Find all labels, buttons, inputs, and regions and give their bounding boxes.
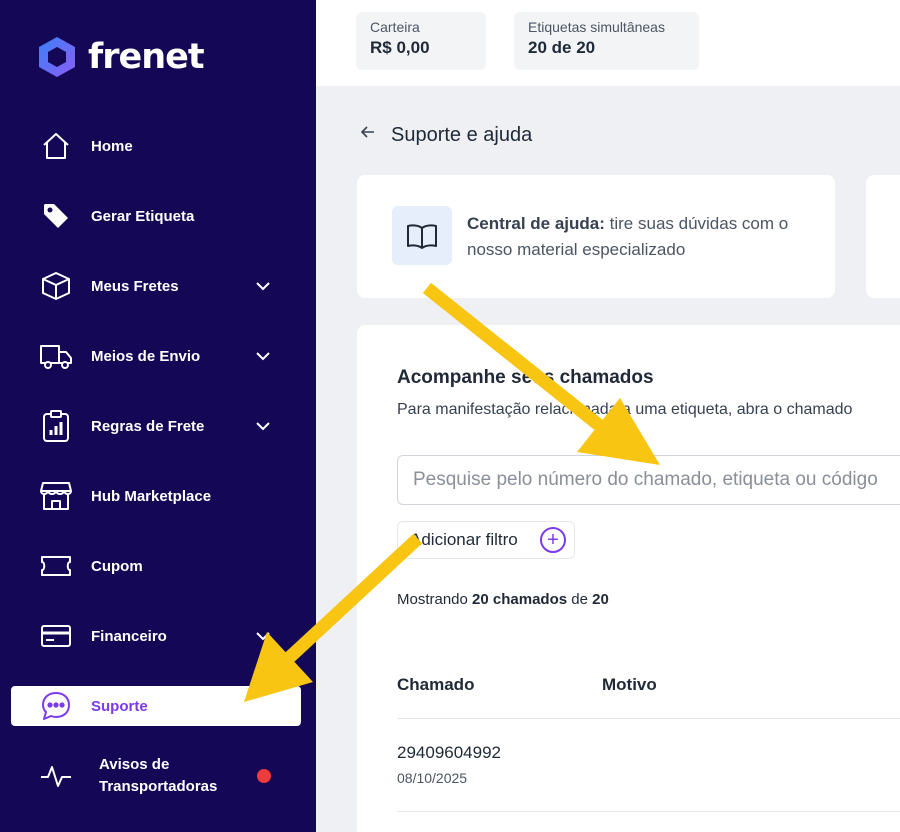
box-icon bbox=[38, 268, 74, 304]
sidebar-item-label: Meios de Envio bbox=[91, 347, 201, 365]
arrow-left-icon[interactable] bbox=[360, 124, 376, 145]
sidebar-item-meus-fretes[interactable]: Meus Fretes bbox=[11, 266, 301, 306]
clipboard-chart-icon bbox=[38, 408, 74, 444]
chevron-down-icon[interactable] bbox=[253, 346, 273, 366]
sidebar-item-meios-de-envio[interactable]: Meios de Envio bbox=[11, 336, 301, 376]
sidebar-item-gerar-etiqueta[interactable]: Gerar Etiqueta bbox=[11, 196, 301, 236]
sidebar-item-cupom[interactable]: Cupom bbox=[11, 546, 301, 586]
chevron-down-icon[interactable] bbox=[253, 416, 273, 436]
sidebar-item-home[interactable]: Home bbox=[11, 126, 301, 166]
book-icon bbox=[392, 206, 452, 265]
column-header-motivo[interactable]: Motivo bbox=[602, 675, 657, 695]
logo[interactable]: frenet bbox=[36, 36, 205, 78]
sidebar-item-label: Regras de Frete bbox=[91, 417, 205, 435]
ticket-date: 08/10/2025 bbox=[397, 770, 468, 786]
chat-icon bbox=[38, 688, 74, 724]
sidebar: frenet Home Gerar Etiqueta Meus Fretes M… bbox=[0, 0, 316, 832]
sidebar-item-label-line1: Avisos de bbox=[99, 756, 170, 773]
help-center-title: Central de ajuda: bbox=[467, 214, 605, 233]
home-icon bbox=[38, 128, 74, 164]
help-center-text: Central de ajuda: tire suas dúvidas com … bbox=[467, 211, 817, 263]
chevron-down-icon[interactable] bbox=[253, 276, 273, 296]
column-header-chamado[interactable]: Chamado bbox=[397, 675, 474, 695]
tag-icon bbox=[38, 198, 74, 234]
labels-stat: Etiquetas simultâneas 20 de 20 bbox=[514, 12, 699, 70]
add-filter-label: Adicionar filtro bbox=[410, 530, 518, 549]
plus-icon: + bbox=[540, 527, 566, 553]
results-mid: de bbox=[567, 591, 593, 608]
sidebar-item-hub-marketplace[interactable]: Hub Marketplace bbox=[11, 476, 301, 516]
secondary-help-card[interactable] bbox=[866, 175, 900, 298]
notification-dot bbox=[257, 769, 271, 783]
credit-card-icon bbox=[38, 618, 74, 654]
results-count-value: 20 chamados bbox=[472, 591, 568, 608]
tickets-title: Acompanhe seus chamados bbox=[397, 367, 654, 388]
wallet-label: Carteira bbox=[370, 19, 420, 35]
sidebar-item-label: Meus Fretes bbox=[91, 277, 179, 295]
sidebar-item-regras-de-frete[interactable]: Regras de Frete bbox=[11, 406, 301, 446]
sidebar-item-avisos-transportadoras[interactable]: Avisos de Transportadoras bbox=[11, 752, 301, 800]
sidebar-item-financeiro[interactable]: Financeiro bbox=[11, 616, 301, 656]
ticket-id[interactable]: 29409604992 bbox=[397, 743, 501, 763]
help-center-card[interactable]: Central de ajuda: tire suas dúvidas com … bbox=[357, 175, 835, 298]
sidebar-item-suporte[interactable]: Suporte bbox=[11, 686, 301, 726]
results-prefix: Mostrando bbox=[397, 591, 473, 608]
activity-icon bbox=[38, 758, 74, 794]
tickets-description: Para manifestação relacionada a uma etiq… bbox=[397, 401, 853, 418]
page-title: Suporte e ajuda bbox=[391, 124, 533, 146]
truck-icon bbox=[38, 338, 74, 374]
chevron-down-icon[interactable] bbox=[253, 626, 273, 646]
header-divider bbox=[397, 718, 900, 719]
sidebar-item-label: Gerar Etiqueta bbox=[91, 207, 195, 225]
wallet-value: R$ 0,00 bbox=[370, 38, 430, 57]
sidebar-item-label: Hub Marketplace bbox=[91, 487, 212, 505]
add-filter-button[interactable]: Adicionar filtro + bbox=[397, 521, 575, 559]
sidebar-item-label: Suporte bbox=[91, 697, 148, 715]
results-count: Mostrando 20 chamados de 20 bbox=[397, 591, 609, 608]
frenet-logo-icon bbox=[39, 37, 75, 77]
sidebar-item-label: Avisos de Transportadoras bbox=[99, 754, 217, 798]
sidebar-item-label-line2: Transportadoras bbox=[99, 778, 218, 795]
sidebar-item-label: Home bbox=[91, 137, 133, 155]
ticket-search-input[interactable] bbox=[397, 455, 900, 505]
sidebar-item-label: Financeiro bbox=[91, 627, 167, 645]
topbar: Carteira R$ 0,00 Etiquetas simultâneas 2… bbox=[316, 0, 900, 86]
tickets-section: Acompanhe seus chamados Para manifestaçã… bbox=[357, 325, 900, 832]
row-divider bbox=[397, 811, 900, 812]
brand-name: frenet bbox=[88, 37, 205, 77]
labels-label: Etiquetas simultâneas bbox=[528, 19, 665, 35]
results-total: 20 bbox=[592, 591, 609, 608]
store-icon bbox=[38, 478, 74, 514]
wallet-stat: Carteira R$ 0,00 bbox=[356, 12, 486, 70]
labels-value: 20 de 20 bbox=[528, 38, 596, 57]
sidebar-item-label: Cupom bbox=[91, 557, 143, 575]
ticket-icon bbox=[38, 548, 74, 584]
